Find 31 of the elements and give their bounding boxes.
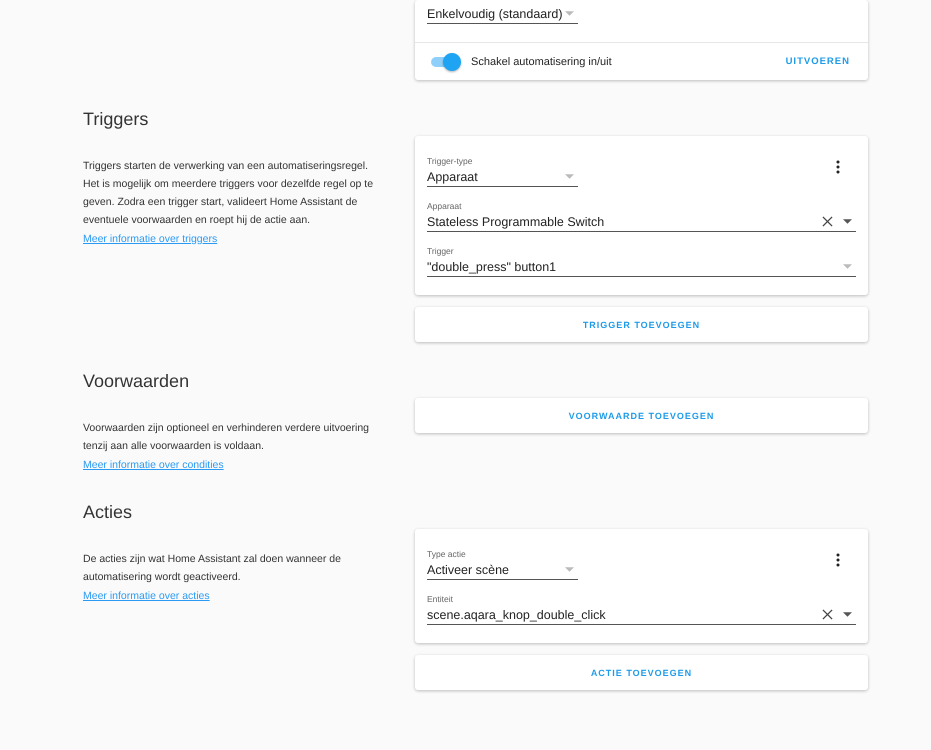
toggle-label: Schakel automatisering in/uit — [471, 56, 613, 68]
dropdown-field[interactable]: Trigger-type Apparaat — [427, 156, 578, 187]
add-button[interactable]: ACTIE TOEVOEGEN — [415, 655, 868, 690]
more-menu-icon[interactable] — [836, 553, 840, 567]
add-button[interactable]: VOORWAARDE TOEVOEGEN — [415, 398, 868, 433]
dropdown-field[interactable]: Type actie Activeer scène — [427, 549, 578, 580]
dropdown-field[interactable]: Entiteit scene.aqara_knop_double_click — [427, 594, 856, 625]
dropdown-field[interactable]: Trigger "double_press" button1 — [427, 246, 856, 277]
caret-icon — [565, 567, 574, 572]
section-title: Triggers — [83, 108, 150, 131]
section-title: Voorwaarden — [83, 370, 190, 393]
more-info-link[interactable]: Meer informatie over acties — [83, 590, 210, 602]
more-menu-icon[interactable] — [836, 160, 840, 174]
run-button[interactable]: UITVOEREN — [782, 50, 854, 73]
section-description: Triggers starten de verwerking van een automatiseringsregel. Het is mogelijk om meerdere triggers voor dezelfde regel op te geven. Zodra een trigger start, valideert Home Assistant de eventuele voorwaarden en roept hij de actie aan. — [83, 159, 374, 228]
more-info-link[interactable]: Meer informatie over triggers — [83, 233, 218, 245]
caret-icon — [565, 11, 574, 16]
section-title: Acties — [83, 501, 134, 524]
mode-dropdown[interactable]: Enkelvoudig (standaard) — [427, 4, 578, 24]
section-description: Voorwaarden zijn optioneel en verhinderen verdere uitvoering tenzij aan alle voorwaarden is voldaan. — [83, 421, 370, 454]
more-info-link[interactable]: Meer informatie over condities — [83, 459, 224, 471]
toggle-switch[interactable] — [431, 52, 461, 70]
clear-icon[interactable] — [822, 216, 833, 227]
caret-icon — [843, 219, 852, 224]
caret-icon — [565, 174, 574, 179]
add-button[interactable]: TRIGGER TOEVOEGEN — [415, 307, 868, 342]
section-description: De acties zijn wat Home Assistant zal doen wanneer de automatisering wordt geactiveerd. — [83, 552, 342, 585]
caret-icon — [843, 264, 852, 269]
dropdown-field[interactable]: Apparaat Stateless Programmable Switch — [427, 201, 856, 232]
caret-icon — [843, 612, 852, 617]
clear-icon[interactable] — [822, 609, 833, 620]
